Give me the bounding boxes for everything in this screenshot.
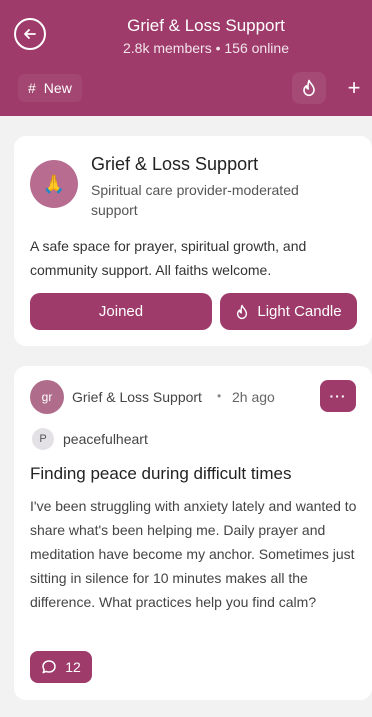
comment-icon <box>42 660 56 674</box>
meta-separator: • <box>217 389 222 403</box>
header-subtitle: 2.8k members • 156 online <box>123 40 289 56</box>
create-post-button[interactable]: + <box>340 72 368 104</box>
arrow-left-icon <box>24 29 36 39</box>
post-community-avatar[interactable]: gr <box>30 380 64 414</box>
flame-icon <box>237 304 248 319</box>
community-avatar: 🙏 <box>30 160 78 208</box>
post-community-name[interactable]: Grief & Loss Support <box>72 389 202 405</box>
more-options-button[interactable]: ··· <box>320 380 356 412</box>
community-name: Grief & Loss Support <box>91 154 259 174</box>
community-card: 🙏 Grief & Loss Support Spiritual care pr… <box>14 136 372 346</box>
header-title: Grief & Loss Support <box>127 16 285 35</box>
more-icon: ··· <box>329 388 347 404</box>
hash-icon: # <box>28 80 36 96</box>
comments-button[interactable]: 12 <box>30 651 92 683</box>
joined-button[interactable]: Joined <box>30 293 212 330</box>
post-title[interactable]: Finding peace during difficult times <box>30 464 291 484</box>
back-button[interactable] <box>14 18 46 50</box>
user-avatar[interactable]: P <box>32 428 54 450</box>
post-body: I've been struggling with anxiety lately… <box>30 498 357 610</box>
post-username[interactable]: peacefulheart <box>63 431 148 447</box>
community-header: Grief & Loss Support 2.8k members • 156 … <box>0 0 372 116</box>
sort-new-label: New <box>43 80 72 96</box>
light-candle-button[interactable]: Light Candle <box>220 293 357 330</box>
header-actions: # New + <box>0 70 372 106</box>
candle-button[interactable] <box>292 72 326 104</box>
sort-new-button[interactable]: # New <box>18 74 82 102</box>
comment-count: 12 <box>65 659 81 675</box>
community-description: Spiritual care provider-moderated suppor… <box>91 182 299 218</box>
post-card[interactable]: gr Grief & Loss Support • 2h ago ··· P p… <box>14 366 372 700</box>
light-candle-label: Light Candle <box>257 303 342 320</box>
flame-icon <box>303 79 315 97</box>
community-about: A safe space for prayer, spiritual growt… <box>30 238 307 278</box>
post-timestamp: 2h ago <box>232 389 275 405</box>
